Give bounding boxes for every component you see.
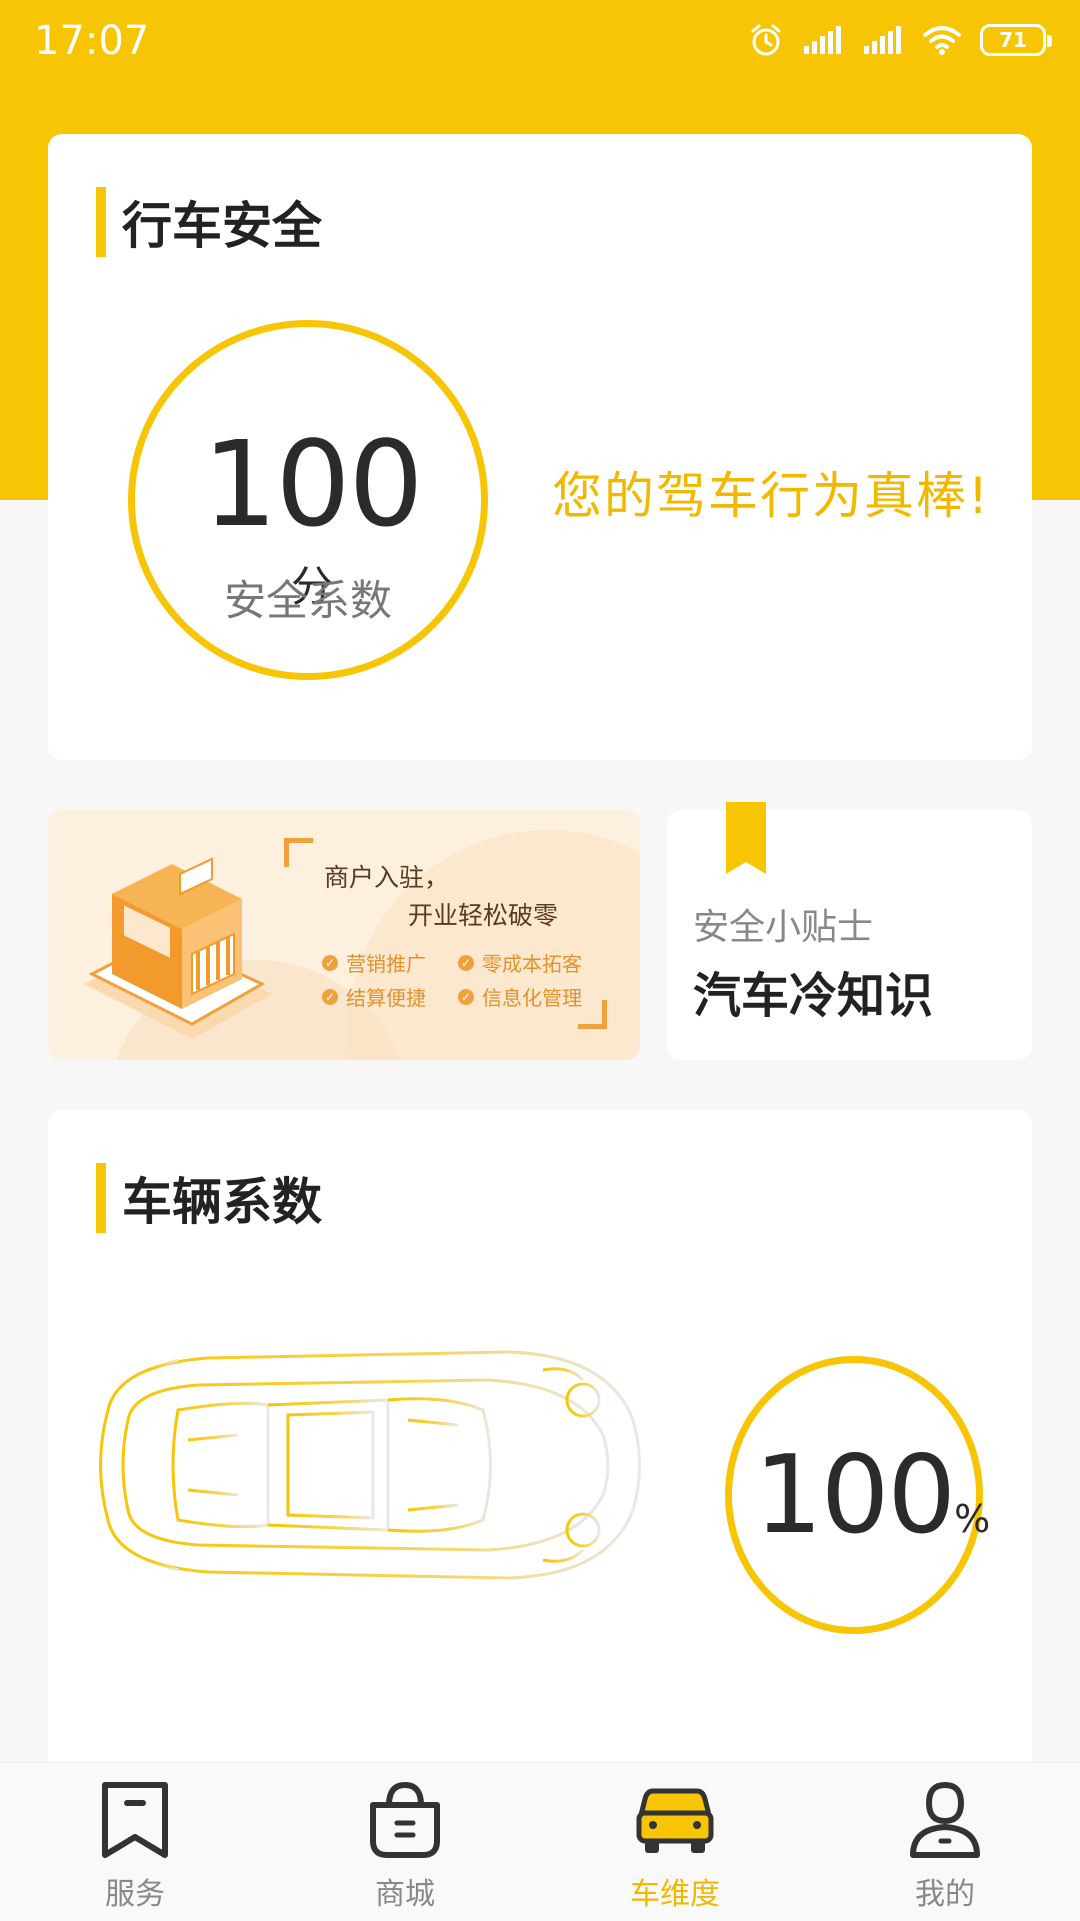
promo-feature: ✓ 零成本拓客 — [458, 948, 582, 977]
driving-safety-card: 行车安全 100分 安全系数 您的驾车行为真棒! — [48, 134, 1032, 760]
nav-label: 我的 — [915, 1877, 975, 1912]
promo-feature: ✓ 信息化管理 — [458, 982, 582, 1011]
title-accent-bar — [96, 1163, 106, 1233]
shopping-bag-icon — [370, 1781, 440, 1858]
nav-label: 服务 — [105, 1877, 165, 1912]
signal-icon — [804, 26, 841, 54]
battery-icon: 71 — [980, 24, 1052, 56]
bookmark-icon — [102, 1782, 168, 1858]
check-icon: ✓ — [458, 954, 474, 971]
corner-decoration — [578, 1000, 607, 1029]
promo-feature-label: 结算便捷 — [346, 986, 426, 1010]
section-title: 车辆系数 — [96, 1162, 322, 1234]
battery-level: 71 — [999, 28, 1027, 52]
nav-item-mine[interactable]: 我的 — [810, 1763, 1080, 1921]
vehicle-index-ring[interactable]: 100% — [725, 1356, 990, 1634]
vehicle-title: 车辆系数 — [122, 1173, 322, 1231]
tips-subtitle: 安全小贴士 — [693, 907, 874, 948]
tips-title: 汽车冷知识 — [693, 968, 934, 1024]
vehicle-index-unit: % — [954, 1497, 991, 1541]
signal-icon-2 — [864, 26, 901, 54]
title-accent-bar — [96, 187, 106, 257]
nav-item-service[interactable]: 服务 — [0, 1763, 270, 1921]
safety-score-number: 100 — [202, 415, 423, 553]
alarm-icon — [751, 24, 781, 56]
status-time: 17:07 — [34, 18, 150, 64]
vehicle-index-value: 100% — [754, 1433, 990, 1558]
vehicle-index-number: 100 — [754, 1433, 956, 1558]
status-icons: 71 — [748, 22, 1052, 58]
check-icon: ✓ — [458, 988, 474, 1005]
check-icon: ✓ — [322, 988, 338, 1005]
check-icon: ✓ — [322, 954, 338, 971]
nav-label: 商城 — [375, 1877, 435, 1912]
car-outline-illustration — [99, 1350, 641, 1580]
safety-score-ring[interactable]: 100分 安全系数 — [128, 320, 488, 680]
bottom-navigation: 服务 商城 车维度 我的 — [0, 1762, 1080, 1921]
bookmark-icon — [726, 802, 766, 874]
car-icon — [636, 1788, 714, 1853]
wifi-icon — [923, 26, 961, 55]
corner-decoration — [284, 838, 313, 867]
vehicle-index-card: 车辆系数 100% — [48, 1110, 1032, 1810]
user-icon — [910, 1781, 980, 1858]
promo-feature-label: 零成本拓客 — [482, 952, 582, 976]
nav-label-active: 车维度 — [630, 1877, 720, 1912]
section-title: 行车安全 — [96, 186, 322, 258]
safety-title: 行车安全 — [122, 197, 322, 255]
merchant-promo-banner[interactable]: 商户入驻， 开业轻松破零 ✓ 营销推广 ✓ 零成本拓客 ✓ 结算便捷 ✓ 信息化管理 — [48, 810, 640, 1060]
praise-message: 您的驾车行为真棒! — [552, 467, 991, 525]
nav-item-car-dimension[interactable]: 车维度 — [540, 1763, 810, 1921]
promo-feature-label: 营销推广 — [346, 952, 426, 976]
safety-tips-card[interactable]: 安全小贴士 汽车冷知识 — [667, 802, 1032, 1060]
status-bar: 17:07 71 — [0, 0, 1080, 86]
nav-item-mall[interactable]: 商城 — [270, 1763, 540, 1921]
promo-feature: ✓ 结算便捷 — [322, 982, 426, 1011]
promo-headline-2: 开业轻松破零 — [408, 901, 559, 930]
promo-feature: ✓ 营销推广 — [322, 948, 426, 977]
promo-feature-label: 信息化管理 — [482, 986, 582, 1010]
promo-headline-1: 商户入驻， — [324, 863, 450, 892]
repair-shop-illustration — [84, 857, 272, 1039]
safety-score-label: 安全系数 — [223, 576, 392, 625]
